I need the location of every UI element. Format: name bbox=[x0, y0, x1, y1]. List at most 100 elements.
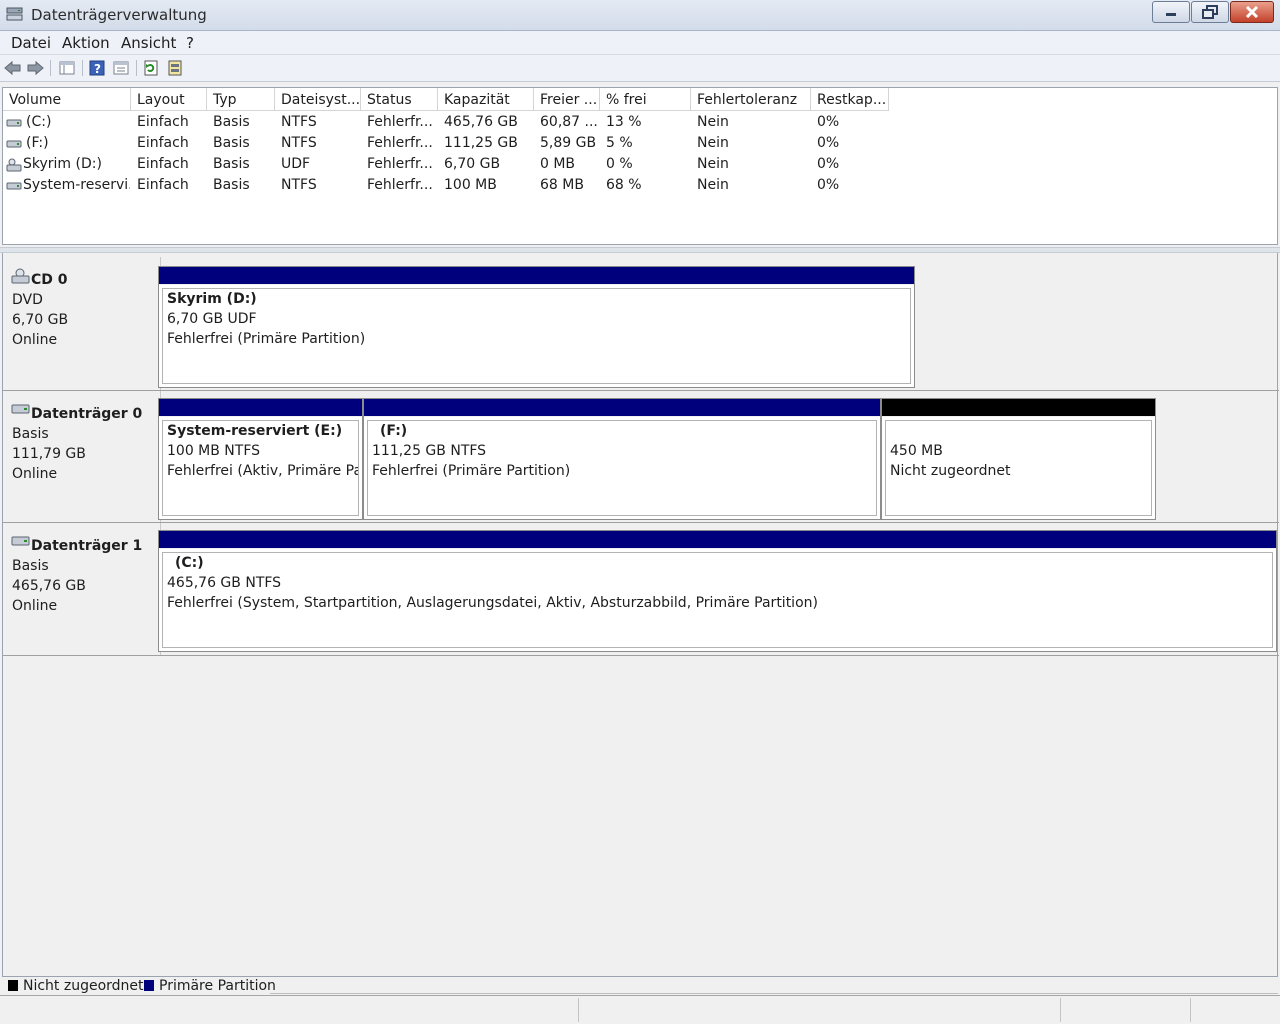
column-header-status[interactable]: Status bbox=[361, 88, 438, 111]
partition-size-fs: 6,70 GB UDF bbox=[167, 311, 257, 327]
partition-status: Nicht zugeordnet bbox=[890, 463, 1011, 479]
svg-text:?: ? bbox=[94, 62, 101, 76]
properties-icon[interactable] bbox=[112, 59, 130, 77]
back-arrow-icon[interactable] bbox=[4, 59, 22, 77]
disk-label-datentraeger0[interactable]: Datenträger 0 Basis 111,79 GB Online bbox=[3, 391, 161, 522]
cell-typ: Basis bbox=[213, 177, 250, 193]
legend: Nicht zugeordnet Primäre Partition bbox=[2, 976, 1278, 995]
console-tree-icon[interactable] bbox=[58, 59, 76, 77]
column-header-dateisystem[interactable]: Dateisyst... bbox=[275, 88, 361, 111]
partition-f[interactable]: (F:) 111,25 GB NTFS Fehlerfrei (Primäre … bbox=[363, 398, 881, 520]
dvd-drive-icon bbox=[6, 158, 22, 172]
toolbar: ? bbox=[0, 55, 1280, 82]
legend-divider bbox=[270, 993, 1278, 994]
cell-typ: Basis bbox=[213, 114, 250, 130]
column-header-fehlertoleranz[interactable]: Fehlertoleranz bbox=[691, 88, 811, 111]
cell-fehlertoleranz: Nein bbox=[697, 177, 729, 193]
status-bar bbox=[0, 995, 1280, 1024]
column-header-kapazitaet[interactable]: Kapazität bbox=[438, 88, 534, 111]
legend-swatch-primary bbox=[144, 980, 154, 991]
disk-name: Datenträger 0 bbox=[31, 406, 143, 422]
volume-list[interactable]: Volume Layout Typ Dateisyst... Status Ka… bbox=[2, 87, 1278, 245]
partition-c[interactable]: (C:) 465,76 GB NTFS Fehlerfrei (System, … bbox=[158, 530, 1277, 652]
menu-aktion[interactable]: Aktion bbox=[62, 34, 110, 52]
cell-restkapazitaet: 0% bbox=[817, 156, 840, 172]
dvd-drive-icon bbox=[11, 268, 31, 284]
legend-swatch-unallocated bbox=[8, 980, 18, 991]
cell-dateisystem: NTFS bbox=[281, 135, 317, 151]
menu-help[interactable]: ? bbox=[186, 34, 194, 52]
disk-type: DVD bbox=[12, 292, 43, 308]
disk-label-datentraeger1[interactable]: Datenträger 1 Basis 465,76 GB Online bbox=[3, 523, 161, 655]
cell-prozent-frei: 68 % bbox=[606, 177, 642, 193]
status-divider bbox=[1060, 998, 1061, 1022]
column-header-prozent-frei[interactable]: % frei bbox=[600, 88, 691, 111]
partition-system-reserviert-e[interactable]: System-reserviert (E:) 100 MB NTFS Fehle… bbox=[158, 398, 363, 520]
volume-row-f[interactable]: (F:) Einfach Basis NTFS Fehlerfr... 111,… bbox=[3, 133, 1277, 154]
partition-size-fs: 465,76 GB NTFS bbox=[167, 575, 282, 591]
minimize-button[interactable] bbox=[1152, 1, 1190, 23]
hard-disk-icon bbox=[11, 402, 31, 418]
disk-row-datentraeger1: Datenträger 1 Basis 465,76 GB Online (C:… bbox=[3, 523, 1279, 656]
forward-arrow-icon[interactable] bbox=[26, 59, 44, 77]
column-header-freier[interactable]: Freier ... bbox=[534, 88, 600, 111]
partition-skyrim-d[interactable]: Skyrim (D:) 6,70 GB UDF Fehlerfrei (Prim… bbox=[158, 266, 915, 388]
rescan-disks-icon[interactable] bbox=[166, 59, 184, 77]
cell-restkapazitaet: 0% bbox=[817, 177, 840, 193]
restore-button[interactable] bbox=[1191, 1, 1229, 23]
cell-restkapazitaet: 0% bbox=[817, 114, 840, 130]
cell-layout: Einfach bbox=[137, 114, 189, 130]
drive-icon bbox=[6, 137, 22, 149]
partition-size-fs: 111,25 GB NTFS bbox=[372, 443, 487, 459]
cell-kapazitaet: 100 MB bbox=[444, 177, 497, 193]
volume-row-c[interactable]: (C:) Einfach Basis NTFS Fehlerfr... 465,… bbox=[3, 112, 1277, 133]
disk-state: Online bbox=[12, 598, 58, 614]
cell-fehlertoleranz: Nein bbox=[697, 135, 729, 151]
partition-title: System-reserviert (E:) bbox=[167, 423, 343, 439]
menu-datei[interactable]: Datei bbox=[11, 34, 51, 52]
cell-prozent-frei: 0 % bbox=[606, 156, 633, 172]
cell-volume: (C:) bbox=[26, 114, 52, 130]
cell-dateisystem: UDF bbox=[281, 156, 311, 172]
volume-row-system-reserviert[interactable]: System-reservi... Einfach Basis NTFS Feh… bbox=[3, 175, 1277, 196]
partition-unallocated[interactable]: 450 MB Nicht zugeordnet bbox=[881, 398, 1156, 520]
refresh-icon[interactable] bbox=[142, 59, 160, 77]
volume-row-d[interactable]: Skyrim (D:) Einfach Basis UDF Fehlerfr..… bbox=[3, 154, 1277, 175]
menu-bar: Datei Aktion Ansicht ? bbox=[0, 31, 1280, 55]
cell-volume: (F:) bbox=[26, 135, 49, 151]
partition-title: Skyrim (D:) bbox=[167, 291, 257, 307]
cell-kapazitaet: 111,25 GB bbox=[444, 135, 518, 151]
column-header-volume[interactable]: Volume bbox=[3, 88, 131, 111]
close-button[interactable] bbox=[1230, 1, 1274, 23]
disk-management-icon bbox=[6, 7, 23, 22]
hard-disk-icon bbox=[11, 534, 31, 550]
cell-layout: Einfach bbox=[137, 177, 189, 193]
disk-name: CD 0 bbox=[31, 272, 68, 288]
cell-fehlertoleranz: Nein bbox=[697, 114, 729, 130]
partition-content: System-reserviert (E:) 100 MB NTFS Fehle… bbox=[162, 420, 359, 516]
menu-ansicht[interactable]: Ansicht bbox=[121, 34, 176, 52]
status-divider bbox=[578, 998, 579, 1022]
disk-label-cd0[interactable]: CD 0 DVD 6,70 GB Online bbox=[3, 257, 161, 390]
partition-status: Fehlerfrei (Aktiv, Primäre Partition) bbox=[167, 463, 358, 479]
partition-bar bbox=[159, 399, 362, 417]
partition-status: Fehlerfrei (System, Startpartition, Ausl… bbox=[167, 595, 818, 611]
help-icon[interactable]: ? bbox=[88, 59, 106, 77]
cell-layout: Einfach bbox=[137, 156, 189, 172]
partition-content: (F:) 111,25 GB NTFS Fehlerfrei (Primäre … bbox=[367, 420, 877, 516]
disk-row-cd0: CD 0 DVD 6,70 GB Online Skyrim (D:) 6,70… bbox=[3, 257, 1279, 391]
disk-row-datentraeger0: Datenträger 0 Basis 111,79 GB Online Sys… bbox=[3, 391, 1279, 523]
column-header-typ[interactable]: Typ bbox=[207, 88, 275, 111]
cell-prozent-frei: 5 % bbox=[606, 135, 633, 151]
cell-dateisystem: NTFS bbox=[281, 177, 317, 193]
partition-status: Fehlerfrei (Primäre Partition) bbox=[372, 463, 571, 479]
partition-bar bbox=[364, 399, 880, 417]
disk-size: 111,79 GB bbox=[12, 446, 86, 462]
partition-content: Skyrim (D:) 6,70 GB UDF Fehlerfrei (Prim… bbox=[162, 288, 911, 384]
column-header-restkapazitaet[interactable]: Restkap... bbox=[811, 88, 889, 111]
cell-layout: Einfach bbox=[137, 135, 189, 151]
column-header-layout[interactable]: Layout bbox=[131, 88, 207, 111]
cell-prozent-frei: 13 % bbox=[606, 114, 642, 130]
cell-typ: Basis bbox=[213, 135, 250, 151]
cell-kapazitaet: 465,76 GB bbox=[444, 114, 518, 130]
